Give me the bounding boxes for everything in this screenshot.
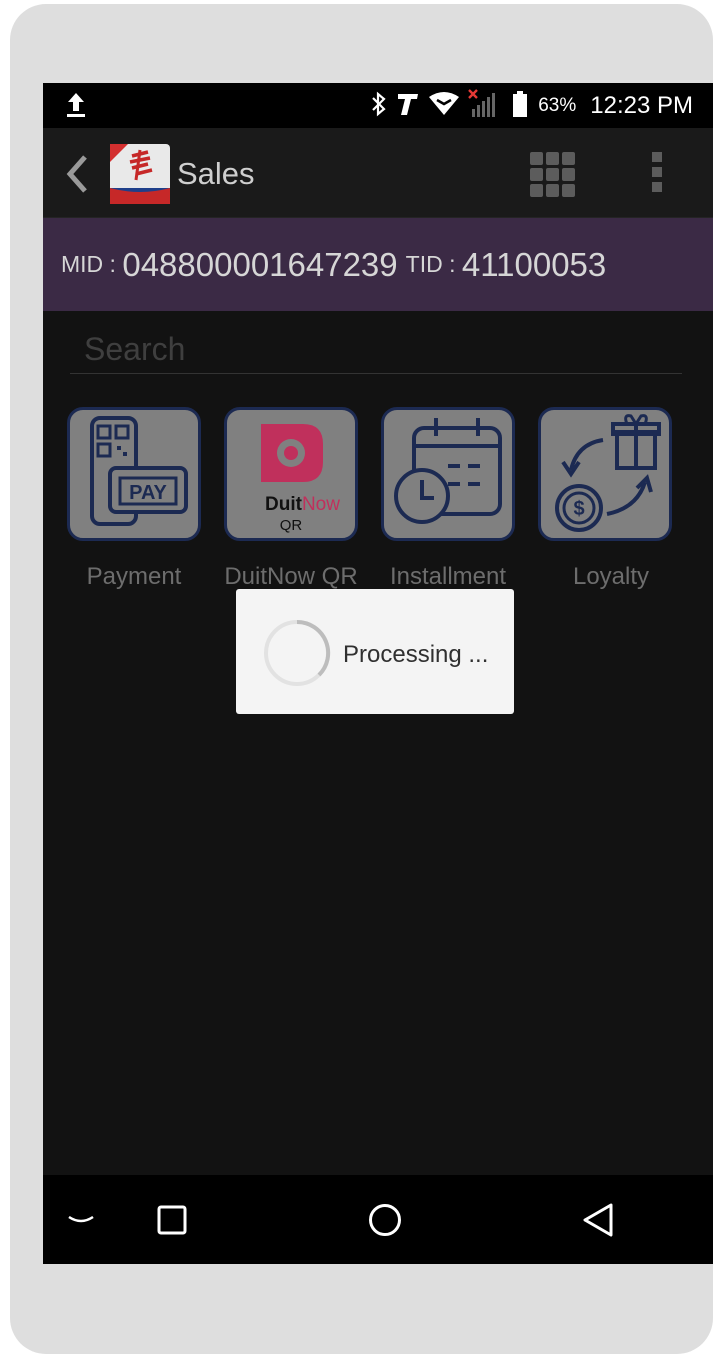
installment-label: Installment	[389, 563, 507, 590]
merchant-app-logo	[110, 144, 170, 204]
gift-exchange-icon: $	[555, 414, 661, 532]
overflow-menu-icon[interactable]	[651, 152, 663, 197]
loading-spinner-icon	[263, 619, 331, 692]
grid-view-icon[interactable]	[530, 152, 576, 203]
recent-apps-icon[interactable]	[157, 1205, 187, 1240]
back-arrow-icon[interactable]	[65, 154, 89, 199]
tid-label: TID :	[405, 251, 462, 277]
hide-keyboard-icon[interactable]	[67, 1213, 95, 1232]
svg-text:PAY: PAY	[129, 482, 167, 504]
signal-no-service-icon	[468, 88, 496, 124]
payment-label: Payment	[86, 563, 182, 590]
battery-icon	[512, 90, 528, 123]
duitnow-qr-icon: DuitNow QR	[261, 424, 340, 534]
processing-dialog: Processing ...	[236, 589, 514, 714]
bluetooth-icon	[370, 91, 388, 122]
search-input[interactable]	[70, 326, 682, 372]
mid-value: 048800001647239	[122, 245, 398, 283]
upload-icon	[65, 91, 87, 124]
installment-tile[interactable]	[381, 407, 515, 541]
page-title: Sales	[177, 156, 255, 191]
qr-pay-icon: PAY	[90, 416, 188, 526]
mid-label: MID :	[61, 251, 123, 277]
svg-text:$: $	[573, 498, 584, 520]
terminal-info-banner: MID : 048800001647239 TID : 41100053	[43, 218, 713, 311]
payment-tile[interactable]: PAY	[67, 407, 201, 541]
search-field	[70, 326, 682, 374]
app-bar: Sales	[43, 128, 713, 218]
system-nav-bar	[43, 1175, 713, 1264]
tid-value: 41100053	[461, 245, 607, 283]
loyalty-label: Loyalty	[572, 563, 650, 590]
calendar-clock-icon	[394, 418, 502, 524]
t-app-icon	[396, 91, 420, 122]
duitnow-qr-label: DuitNow QR	[224, 563, 358, 590]
status-bar: 63% 12:23 PM	[43, 83, 713, 128]
clock: 12:23 PM	[590, 92, 693, 119]
svg-text:DuitNow: DuitNow	[265, 494, 340, 515]
loyalty-tile[interactable]: $	[538, 407, 672, 541]
wifi-icon	[428, 91, 460, 122]
svg-text:QR: QR	[280, 517, 303, 534]
battery-percent: 63%	[538, 95, 577, 116]
phone-screen: 63% 12:23 PM Sales MID: 048800001647239…	[43, 83, 713, 1264]
back-triangle-icon[interactable]	[581, 1202, 615, 1243]
processing-message: Processing ...	[343, 641, 489, 668]
duitnow-qr-tile[interactable]: DuitNow QR	[224, 407, 358, 541]
home-icon[interactable]	[368, 1203, 402, 1242]
